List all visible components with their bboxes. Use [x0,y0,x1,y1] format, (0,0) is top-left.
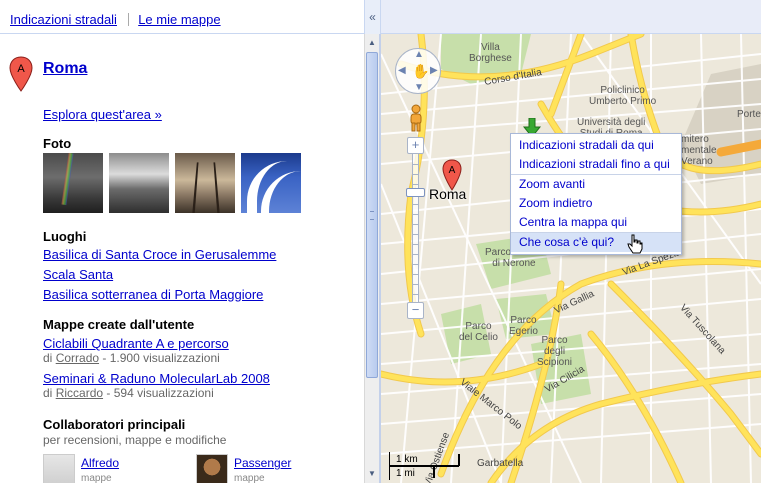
place-title[interactable]: Roma [43,60,87,78]
scale-mi-label: 1 mi [396,468,415,479]
user-map-author-link[interactable]: Corrado [56,351,99,365]
user-map-views: - 1.900 visualizzazioni [102,351,220,365]
header-divider [0,33,364,34]
avatar[interactable] [43,454,75,483]
pan-up-icon[interactable]: ▲ [414,49,424,60]
collaborators-heading: Collaboratori principali [43,417,186,432]
map-label-cimitero: mitero mentale Verano [681,134,717,167]
map-toolbar-band [381,0,761,34]
place-link[interactable]: Scala Santa [43,267,113,282]
pan-down-icon[interactable]: ▼ [414,82,424,93]
user-map-meta: di Riccardo - 594 visualizzazioni [43,386,214,400]
sidebar-scrollbar[interactable]: ▲ ▼ [364,34,379,483]
places-heading: Luoghi [43,229,87,244]
place-marker-icon: A [9,56,33,95]
avatar[interactable] [196,454,228,483]
scroll-down-arrow-icon[interactable]: ▼ [365,465,379,481]
map-label-porta: Porte [737,109,761,120]
map-canvas[interactable]: Villa Borghese Corso d'Italia Policlinico… [381,34,761,483]
pegman-icon[interactable] [407,104,425,132]
zoom-slider-handle[interactable] [406,188,425,197]
photo-thumbnail[interactable] [241,153,301,213]
map-label-villa-borghese: Villa Borghese [469,42,512,64]
pan-hand-icon: ✋ [412,63,430,79]
collaborator-item: Passenger mappe [196,454,291,483]
user-map-views: - 594 visualizzazioni [106,386,214,400]
hand-cursor-icon [627,234,643,257]
zoom-out-button[interactable]: − [407,302,424,319]
collaborator-item: Alfredo mappe [43,454,119,483]
user-map-by: di [43,351,53,365]
user-map-link[interactable]: Ciclabili Quadrante A e percorso [43,336,229,351]
collaborators-subtitle: per recensioni, mappe e modifiche [43,433,227,447]
map-label-parco-egerio: Parco Egerio [509,315,538,337]
my-maps-link[interactable]: Le mie mappe [138,12,220,27]
photo-thumbnail[interactable] [109,153,169,213]
map-scale-bar: 1 km 1 mi [389,452,489,480]
collaborator-sub: mappe [81,473,112,483]
map-label-policlinico: Policlinico Umberto Primo [589,85,657,107]
explore-area-link[interactable]: Esplora quest'area » [43,107,162,122]
map-label-parco-scipioni: Parco degli Scipioni [537,335,573,368]
map-label-parco-celio: Parco del Celio [459,321,498,343]
menu-item-whats-here[interactable]: Che cosa c'è qui? [511,233,681,252]
user-map-meta: di Corrado - 1.900 visualizzazioni [43,351,220,365]
pan-right-icon[interactable]: ▶ [430,65,438,76]
pan-control[interactable]: ▲ ▼ ◀ ▶ ✋ [395,48,441,94]
collaborator-name-link[interactable]: Passenger [234,456,291,470]
collaborator-name-link[interactable]: Alfredo [81,456,119,470]
user-map-author-link[interactable]: Riccardo [56,386,103,400]
menu-item-zoom-in[interactable]: Zoom avanti [511,175,681,194]
place-link[interactable]: Basilica sotterranea di Porta Maggiore [43,287,263,302]
map-marker-label: Roma [429,186,467,202]
photo-strip [43,153,301,213]
collapse-icon: « [369,10,376,24]
pan-left-icon[interactable]: ◀ [398,65,406,76]
menu-item-zoom-out[interactable]: Zoom indietro [511,194,681,213]
place-marker-letter: A [17,63,25,75]
photos-heading: Foto [43,136,72,151]
photo-thumbnail[interactable] [175,153,235,213]
directions-link[interactable]: Indicazioni stradali [10,12,117,27]
user-map-by: di [43,386,53,400]
place-link[interactable]: Basilica di Santa Croce in Gerusalemme [43,247,276,262]
collaborator-sub: mappe [234,473,265,483]
collapse-panel-button[interactable]: « [364,0,381,34]
map-tiles [381,34,761,483]
scale-km-label: 1 km [396,454,418,465]
map-context-menu: Indicazioni stradali da qui Indicazioni … [510,133,682,255]
link-separator [127,13,129,26]
zoom-in-button[interactable]: + [407,137,424,154]
user-map-link[interactable]: Seminari & Raduno MolecularLab 2008 [43,371,270,386]
map-marker-letter: A [449,165,456,176]
user-maps-heading: Mappe create dall'utente [43,317,195,332]
scrollbar-thumb[interactable] [366,52,378,378]
photo-thumbnail[interactable] [43,153,103,213]
zoom-slider-track[interactable] [412,154,419,311]
top-links: Indicazioni stradali Le mie mappe [10,12,228,27]
menu-item-center-map[interactable]: Centra la mappa qui [511,213,681,232]
sidebar-panel: Indicazioni stradali Le mie mappe A Roma… [0,0,364,483]
menu-item-directions-from[interactable]: Indicazioni stradali da qui [511,136,681,155]
menu-item-directions-to[interactable]: Indicazioni stradali fino a qui [511,155,681,174]
scroll-up-arrow-icon[interactable]: ▲ [365,34,379,50]
